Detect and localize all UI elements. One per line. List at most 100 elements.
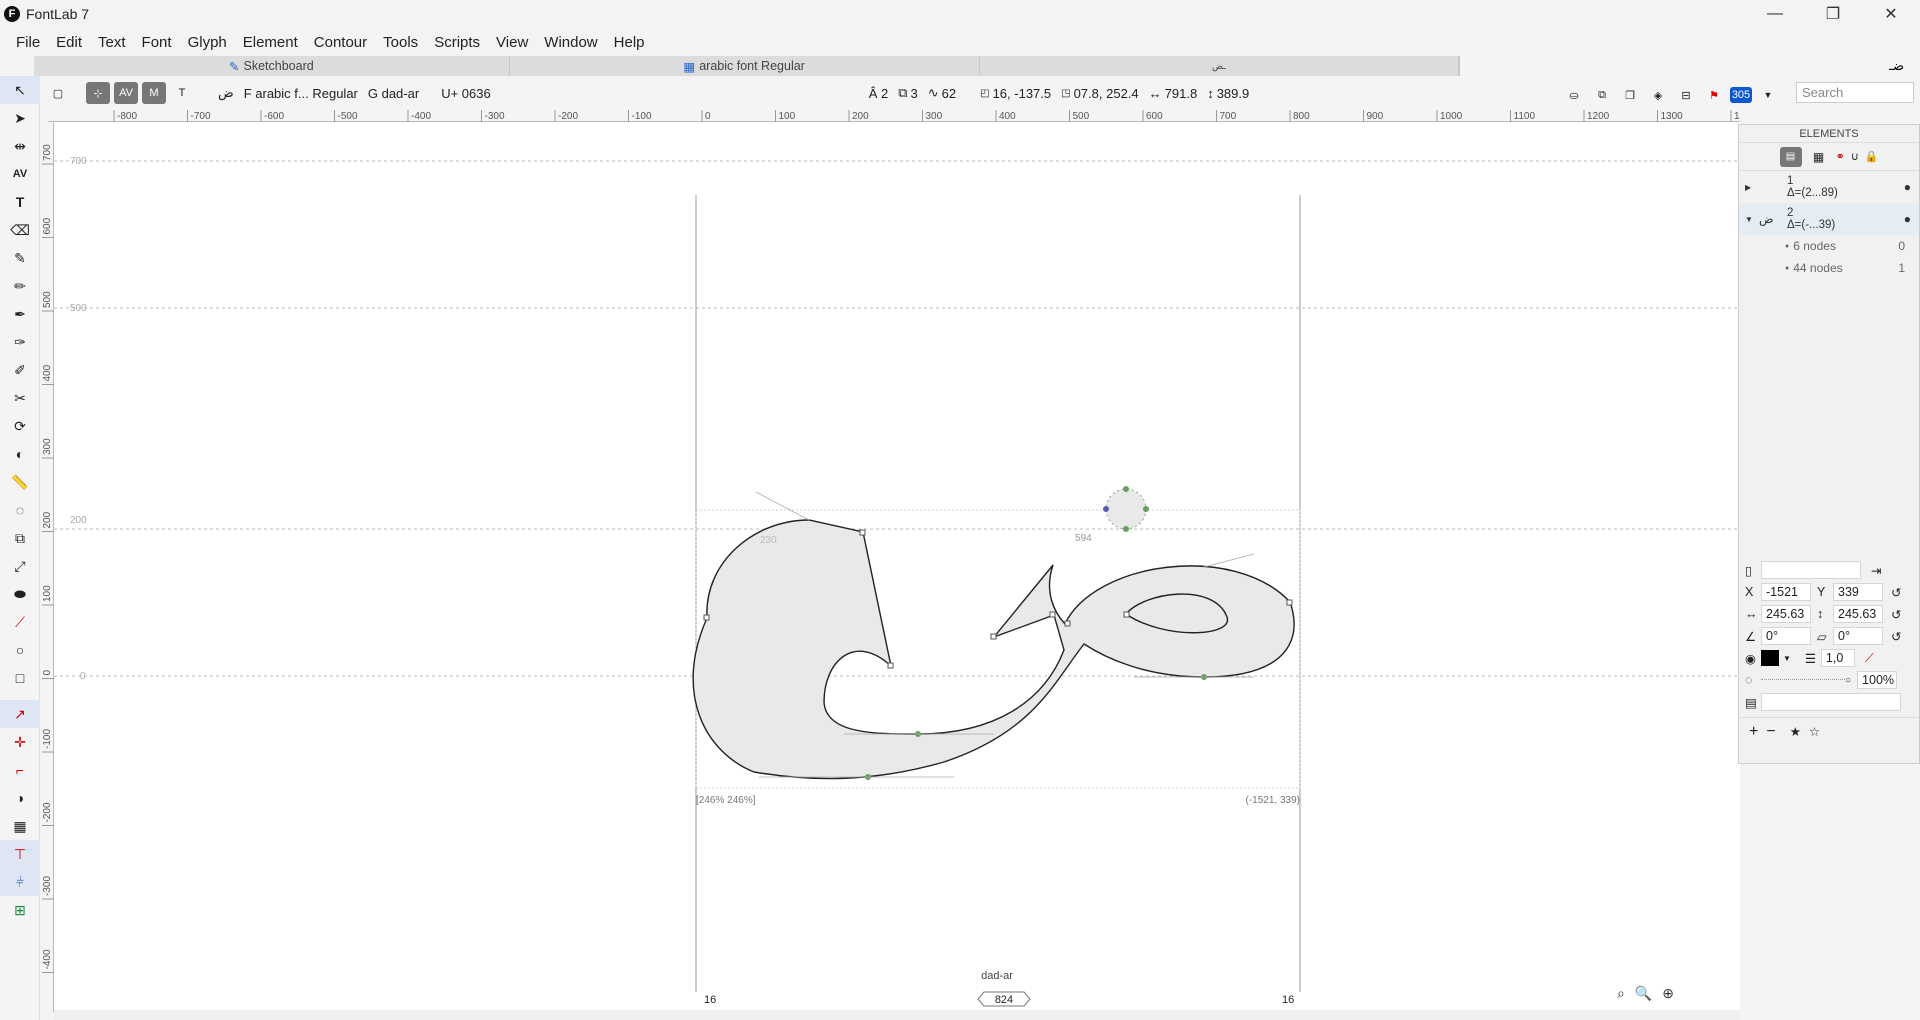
link-icon[interactable]: ⚭ [1836, 150, 1845, 163]
text-tool[interactable]: T [0, 188, 40, 216]
expand-arrow-icon[interactable]: ▶ [1745, 183, 1759, 192]
lasso-tool[interactable]: ◌ [0, 496, 40, 524]
stroke-field[interactable]: 1,0 [1820, 649, 1855, 667]
note-field[interactable] [1761, 693, 1901, 711]
flag-icon[interactable]: ⚑ [1702, 84, 1726, 106]
tab-font[interactable]: ▦ arabic font Regular [510, 56, 980, 76]
dropdown-arrow-icon[interactable]: ▼ [1756, 84, 1780, 106]
brush-tool[interactable]: ✎ [0, 244, 40, 272]
star-filled-icon[interactable]: ★ [1790, 724, 1801, 739]
rapid-tool[interactable]: ✑ [0, 328, 40, 356]
tab-glyph-final[interactable]: ـض [980, 56, 1460, 76]
element-row-1[interactable]: ▶ 1 Δ=(2...89) ● [1739, 171, 1919, 203]
opacity-slider[interactable] [1761, 679, 1845, 681]
av-mode-button[interactable]: AV [114, 82, 138, 104]
advance-width-value[interactable]: 824 [995, 994, 1013, 1006]
horizontal-ruler[interactable]: -800 -700 -600 -500 -400 -300 -200 -100 0 100 200 3… [48, 108, 1904, 122]
menu-edit[interactable]: Edit [48, 34, 90, 51]
menu-view[interactable]: View [488, 34, 536, 51]
grid-view-icon[interactable]: ▦ [1808, 147, 1830, 167]
width-field[interactable]: 245.63 [1761, 605, 1811, 623]
glyph-name-field[interactable]: G dad-ar [368, 86, 419, 101]
remove-icon[interactable]: − [1766, 723, 1775, 741]
slant-field[interactable]: 0° [1833, 627, 1883, 645]
zoom-icon[interactable]: 🔍 [1635, 985, 1652, 1002]
search-input[interactable]: Search [1796, 82, 1914, 103]
angle-field[interactable]: 0° [1761, 627, 1811, 645]
visibility-dot-icon[interactable]: ● [1904, 212, 1911, 226]
collapse-arrow-icon[interactable]: ▼ [1745, 215, 1759, 224]
stroke-color-icon[interactable]: ⟋ [1865, 651, 1874, 666]
zoom-out-icon[interactable]: ⌕ [1617, 985, 1625, 1002]
contour-row-2[interactable]: ● 44 nodes 1 [1739, 257, 1919, 279]
zoom-fit-icon[interactable]: ⊕ [1662, 985, 1674, 1002]
vertical-ruler[interactable]: 700 600 500 400 300 200 100 0 -100 -200 -300 -400 [40, 122, 54, 1012]
element-row-2[interactable]: ▼ ض 2 Δ=(-...39) ● [1739, 203, 1919, 235]
element-name-field[interactable] [1761, 561, 1861, 579]
text-mode-button[interactable]: T [170, 82, 194, 104]
overlap-icon[interactable]: ❐ [1618, 84, 1642, 106]
ruler-tool[interactable]: 📏 [0, 468, 40, 496]
close-button[interactable]: ✕ [1862, 0, 1920, 28]
menu-contour[interactable]: Contour [306, 34, 375, 51]
align-tool[interactable]: ⫩ [0, 868, 40, 896]
menu-tools[interactable]: Tools [375, 34, 426, 51]
knife-tool[interactable]: ✂ [0, 384, 40, 412]
menu-font[interactable]: Font [134, 34, 180, 51]
opacity-slider-handle[interactable]: ○ [1845, 675, 1851, 686]
grid-tool[interactable]: ▦ [0, 812, 40, 840]
scale-tool[interactable]: ⤢ [0, 552, 40, 580]
right-sidebearing-value[interactable]: 16 [1282, 994, 1294, 1006]
layers-icon[interactable]: ⛀ [1562, 84, 1586, 106]
dropdown-arrow-icon[interactable]: ▼ [1783, 654, 1791, 663]
left-sidebearing-value[interactable]: 16 [704, 994, 716, 1006]
fill-tool[interactable]: ◐ [0, 440, 40, 468]
curve-tool[interactable]: ↗ [0, 700, 40, 728]
eraser-tool[interactable]: ⌫ [0, 216, 40, 244]
element-select-tool[interactable]: ➤ [0, 104, 40, 132]
metrics-tool[interactable]: ⇹ [0, 132, 40, 160]
kerning-tool[interactable]: AV [0, 160, 40, 188]
pencil-tool[interactable]: ✏ [0, 272, 40, 300]
horizontal-scrollbar[interactable] [54, 1010, 1740, 1020]
visibility-dot-icon[interactable]: ● [1904, 180, 1911, 194]
minimize-button[interactable]: — [1746, 0, 1804, 28]
tab-sketchboard[interactable]: ✎ Sketchboard [34, 56, 510, 76]
kerning-mode-button[interactable]: ⊹ [86, 82, 110, 104]
reset-icon[interactable]: ↺ [1891, 607, 1901, 622]
pen-tool[interactable]: ✒ [0, 300, 40, 328]
glyph-drawing[interactable]: 700 500 200 0 230 594 [246% 246%] (-1521… [54, 122, 1740, 1010]
corner-tool[interactable]: ⌐ [0, 756, 40, 784]
font-selector[interactable]: F arabic f... Regular [244, 86, 358, 101]
sketch-tool[interactable]: ✐ [0, 356, 40, 384]
fill-color-swatch[interactable] [1761, 650, 1779, 666]
reset-icon[interactable]: ↺ [1891, 585, 1901, 600]
anchor-tool[interactable]: ✛ [0, 728, 40, 756]
contrast-tool[interactable]: ◑ [0, 784, 40, 812]
transform-tool[interactable]: ⧉ [0, 524, 40, 552]
list-view-icon[interactable]: ▤ [1779, 146, 1802, 167]
lock-icon[interactable]: 🔒 [1865, 150, 1879, 163]
menu-element[interactable]: Element [235, 34, 306, 51]
rectangle-tool[interactable]: □ [0, 664, 40, 692]
menu-file[interactable]: File [8, 34, 48, 51]
opacity-field[interactable]: 100% [1857, 671, 1898, 689]
menu-glyph[interactable]: Glyph [180, 34, 235, 51]
contour-select-tool[interactable]: ↖ [0, 76, 40, 104]
glyph-contour-main[interactable] [692, 519, 1295, 780]
hint-tool[interactable]: ⊞ [0, 896, 40, 924]
copy-icon[interactable]: ⧉ [1590, 84, 1614, 106]
star-outline-icon[interactable]: ☆ [1809, 724, 1820, 739]
shape-tool[interactable]: ⬬ [0, 580, 40, 608]
menu-help[interactable]: Help [606, 34, 653, 51]
ellipse-tool[interactable]: ○ [0, 636, 40, 664]
magnet-icon[interactable]: ∪ [1851, 150, 1859, 163]
bookmark-icon[interactable]: ⊟ [1674, 84, 1698, 106]
menu-text[interactable]: Text [90, 34, 134, 51]
height-field[interactable]: 245.63 [1833, 605, 1883, 623]
menu-window[interactable]: Window [536, 34, 605, 51]
tab-glyph-initial[interactable]: ضـ [1460, 56, 1920, 76]
guide-tool[interactable]: ⊤ [0, 840, 40, 868]
y-field[interactable]: 339 [1833, 583, 1883, 601]
eyedropper-tool[interactable]: ⟋ [0, 608, 40, 636]
